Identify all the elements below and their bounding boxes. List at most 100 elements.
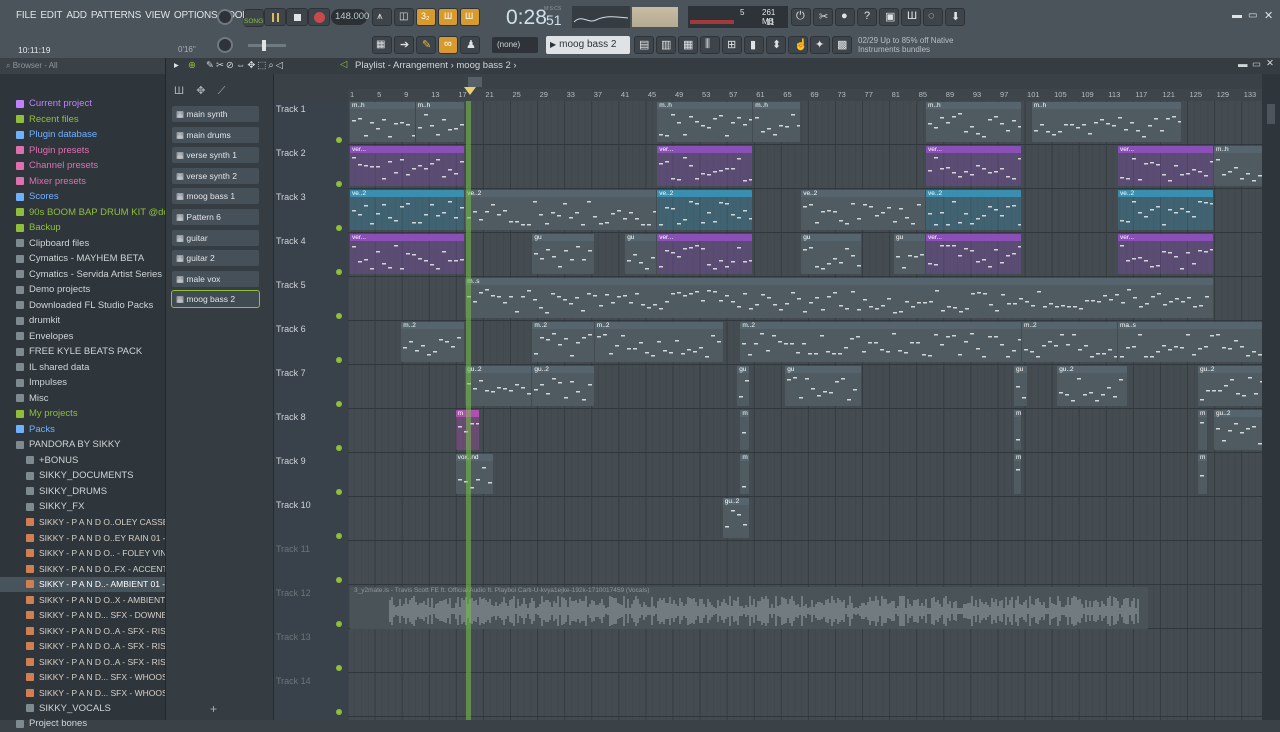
playlist-grid[interactable]: m..h m..h m..h m..h m..h m..h ver... ver... ver.… xyxy=(348,101,1262,720)
pattern-clip[interactable]: m..h xyxy=(1031,102,1181,142)
pattern-clip[interactable]: ve..2 xyxy=(465,190,657,230)
browser-item[interactable]: My projects xyxy=(0,406,165,422)
pattern-clip[interactable]: m xyxy=(740,410,749,450)
pattern-item[interactable]: ▦ guitar xyxy=(172,229,259,246)
step-edit-button[interactable]: Ш xyxy=(438,8,458,26)
track-mute-led[interactable] xyxy=(336,401,342,407)
loop-record-button[interactable]: Ш xyxy=(460,8,480,26)
pattern-clip[interactable]: m..h xyxy=(657,102,753,142)
menu-edit[interactable]: EDIT xyxy=(40,10,62,21)
minimize-button[interactable]: ▬ xyxy=(1232,10,1242,21)
save-button[interactable]: ▣ xyxy=(879,8,899,26)
menu-patterns[interactable]: PATTERNS xyxy=(91,10,141,21)
tool-icons[interactable]: ✎✂⊘⇔✥⬚⌕◁ xyxy=(206,60,285,71)
pattern-clip[interactable]: ma..s xyxy=(1118,322,1262,362)
master-pitch-knob[interactable] xyxy=(217,37,233,53)
playlist-back-icon[interactable]: ◁ xyxy=(340,59,347,70)
browser-item[interactable]: Envelopes xyxy=(0,329,165,345)
playlist-maximize[interactable]: ▭ xyxy=(1252,59,1261,70)
track-label[interactable]: Track 6 xyxy=(276,324,306,334)
pattern-clip[interactable]: m..h xyxy=(1214,146,1262,186)
pattern-clip[interactable]: m xyxy=(740,454,749,494)
pattern-clip[interactable]: m xyxy=(1014,410,1021,450)
time-display[interactable]: 0:28 51 M:S:CS xyxy=(488,4,568,32)
pattern-clip[interactable]: ve..2 xyxy=(1118,190,1213,230)
pattern-clip[interactable]: gu xyxy=(894,234,925,274)
track-label[interactable]: Track 1 xyxy=(276,104,306,114)
browser-item[interactable]: Demo projects xyxy=(0,282,165,298)
pattern-clip[interactable]: m..2 xyxy=(740,322,1021,362)
track-label[interactable]: Track 9 xyxy=(276,456,306,466)
news-panel[interactable]: 02/29 Up to 85% off Native Instruments b… xyxy=(858,36,953,54)
track-label[interactable]: Track 11 xyxy=(276,544,310,554)
track-label[interactable]: Track 4 xyxy=(276,236,306,246)
browser-item[interactable]: Impulses xyxy=(0,375,165,391)
pattern-clip[interactable]: gu..2 xyxy=(1214,410,1262,450)
browser-item[interactable]: IL shared data xyxy=(0,360,165,376)
pattern-clip[interactable]: ver... xyxy=(1118,234,1213,274)
record-button[interactable] xyxy=(308,8,330,26)
tempo-display[interactable]: 148.000 xyxy=(331,9,369,25)
pattern-item[interactable]: ▦ guitar 2 xyxy=(172,250,259,267)
track-label[interactable]: Track 14 xyxy=(276,676,311,686)
browser-item[interactable]: Packs xyxy=(0,422,165,438)
browser-header[interactable]: ⌕ Browser - All xyxy=(0,58,165,74)
mixer-button[interactable]: ⫼ xyxy=(700,36,720,54)
pattern-clip[interactable]: m..2 xyxy=(401,322,465,362)
browser-item[interactable]: SIKKY - P A N D O..FX - ACCENT FX 01 xyxy=(0,561,165,577)
pattern-clip[interactable]: ve..2 xyxy=(801,190,925,230)
playlist-minimize[interactable]: ▬ xyxy=(1238,59,1248,70)
browser-item[interactable]: SIKKY - P A N D... SFX - WHOOSH 01 xyxy=(0,670,165,686)
browser-item[interactable]: SIKKY_DRUMS xyxy=(0,484,165,500)
pattern-clip[interactable]: vox..nd xyxy=(455,454,493,494)
browser-item[interactable]: SIKKY - P A N D O.. - FOLEY VINYL 01 xyxy=(0,546,165,562)
vertical-scrollbar[interactable] xyxy=(1262,74,1280,720)
browser-item[interactable]: Scores xyxy=(0,189,165,205)
track-mute-led[interactable] xyxy=(336,137,342,143)
browser-item[interactable]: SIKKY - P A N D O..A - SFX - RISER 02 xyxy=(0,639,165,655)
track-mute-led[interactable] xyxy=(336,313,342,319)
playhead-marker-icon[interactable] xyxy=(464,87,476,95)
link-button[interactable]: ∞ xyxy=(438,36,458,54)
browser-item[interactable]: drumkit xyxy=(0,313,165,329)
menu-options[interactable]: OPTIONS xyxy=(174,10,218,21)
browser-item[interactable]: Plugin database xyxy=(0,127,165,143)
stop-button[interactable] xyxy=(286,8,308,26)
browser-item[interactable]: Plugin presets xyxy=(0,143,165,159)
track-row[interactable] xyxy=(348,409,1262,453)
track-label[interactable]: Track 8 xyxy=(276,412,306,422)
browser-item[interactable]: SIKKY - P A N D... SFX - DOWNER 07 xyxy=(0,608,165,624)
pattern-clip[interactable]: ver... xyxy=(350,234,465,274)
browser-item[interactable]: SIKKY - P A N D O..A - SFX - RISER 03 xyxy=(0,654,165,670)
master-volume-slider[interactable] xyxy=(248,40,286,51)
track-mute-led[interactable] xyxy=(336,225,342,231)
download-button[interactable]: ⬇ xyxy=(945,8,965,26)
plugin-picker-button[interactable]: ⬍ xyxy=(766,36,786,54)
track-label[interactable]: Track 10 xyxy=(276,500,311,510)
pattern-clip[interactable]: ver... xyxy=(350,146,465,186)
pattern-clip[interactable]: ver... xyxy=(926,146,1021,186)
track-label[interactable]: Track 3 xyxy=(276,192,306,202)
wait-input-button[interactable]: ◫ xyxy=(394,8,414,26)
overview-strip[interactable] xyxy=(348,75,1262,89)
playlist-close[interactable]: ✕ xyxy=(1266,58,1274,69)
track-row[interactable] xyxy=(348,629,1262,673)
pattern-item[interactable]: ▦ main synth xyxy=(172,106,259,122)
pattern-clip[interactable]: ve..2 xyxy=(350,190,465,230)
browser-button[interactable]: ▮ xyxy=(744,36,764,54)
channel-rack-button[interactable]: ▦ xyxy=(678,36,698,54)
chat-button[interactable]: ◌ xyxy=(923,8,943,26)
song-mode-toggle[interactable]: SONG xyxy=(243,9,265,27)
pattern-clip[interactable]: m..h xyxy=(350,102,415,142)
browser-item[interactable]: SIKKY - P A N D O..EY RAIN 01 - RAIN xyxy=(0,530,165,546)
track-mute-led[interactable] xyxy=(336,445,342,451)
pattern-clip[interactable]: gu xyxy=(785,366,861,406)
tools-button[interactable]: ✂ xyxy=(813,8,833,26)
pattern-clip[interactable]: m..h xyxy=(415,102,465,142)
pattern-clip[interactable]: m xyxy=(1198,454,1207,494)
close-button[interactable]: ✕ xyxy=(1264,9,1273,22)
pattern-clip[interactable]: ve..2 xyxy=(657,190,753,230)
playlist-menu-arrow-icon[interactable]: ▸ xyxy=(174,60,179,71)
track-label[interactable]: Track 5 xyxy=(276,280,306,290)
track-label[interactable]: Track 13 xyxy=(276,632,311,642)
